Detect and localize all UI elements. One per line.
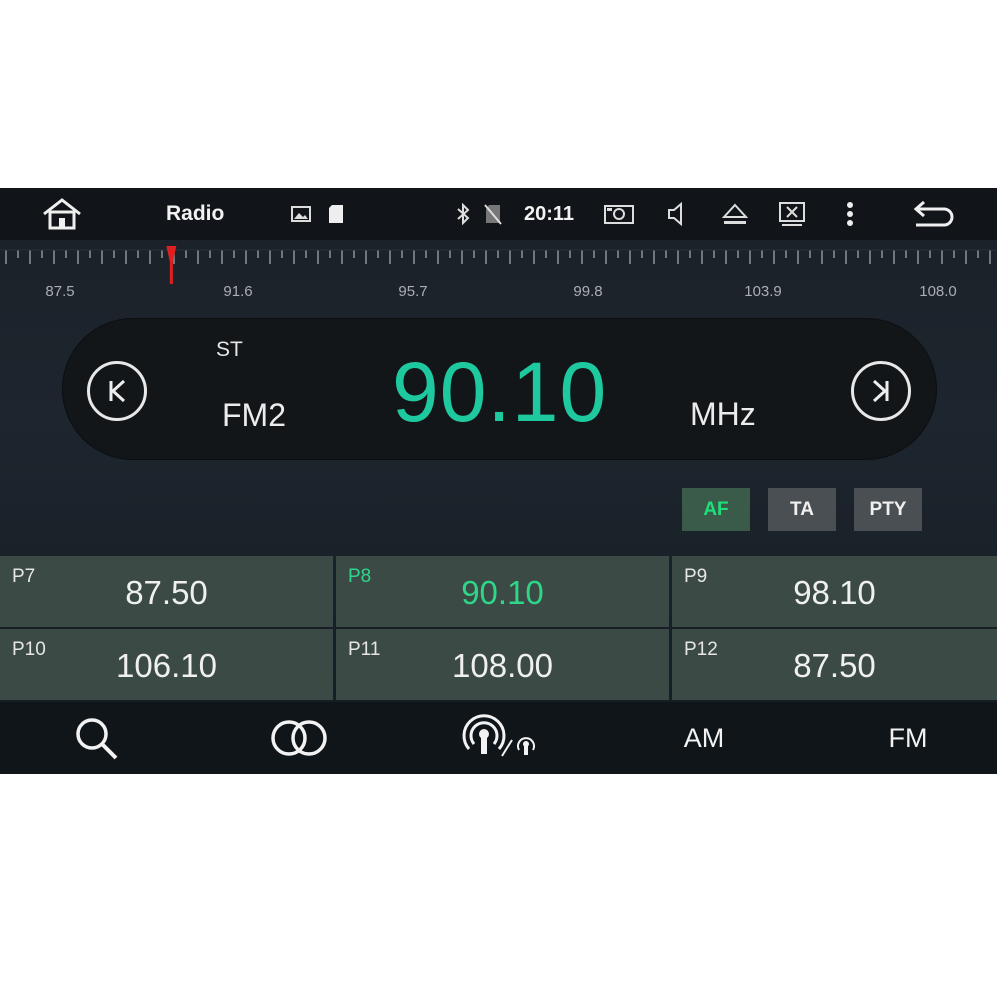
volume-icon — [668, 202, 682, 226]
rds-signal-icon — [462, 714, 535, 757]
home-icon — [43, 198, 81, 230]
band-label: FM2 — [222, 397, 286, 433]
fm-button[interactable]: FM — [876, 702, 940, 774]
bluetooth-icon — [453, 188, 473, 240]
tuning-needle[interactable] — [166, 246, 177, 284]
scale-label: 108.0 — [919, 283, 957, 300]
am-button[interactable]: AM — [672, 702, 736, 774]
scale-label: 87.5 — [45, 283, 75, 300]
preset-frequency: 90.10 — [461, 574, 544, 611]
preset-p10[interactable]: P10 106.10 — [0, 629, 333, 700]
screenshot-button[interactable] — [602, 188, 636, 240]
eject-icon — [722, 203, 748, 224]
preset-p9[interactable]: P9 98.10 — [672, 556, 997, 627]
seek-next-icon — [872, 379, 889, 403]
tuning-scale[interactable] — [0, 240, 997, 310]
scale-label: 99.8 — [573, 283, 603, 300]
no-sim-icon — [482, 188, 504, 240]
close-window-icon — [779, 202, 805, 226]
preset-frequency: 106.10 — [116, 647, 217, 684]
screenshot-icon — [604, 205, 634, 224]
preset-frequency: 87.50 — [793, 647, 876, 684]
back-icon — [913, 200, 954, 227]
stereo-indicator: ST — [216, 338, 243, 361]
gallery-icon — [290, 188, 312, 240]
seek-previous-button[interactable] — [87, 361, 147, 421]
af-toggle[interactable]: AF — [682, 488, 750, 531]
volume-button[interactable] — [664, 188, 690, 240]
app-title: Radio — [166, 202, 225, 225]
search-button[interactable] — [66, 702, 126, 774]
preset-frequency: 108.00 — [452, 647, 553, 684]
rds-button[interactable] — [460, 702, 544, 774]
ta-toggle[interactable]: TA — [768, 488, 836, 531]
stereo-icon — [271, 720, 327, 756]
seek-previous-icon — [109, 379, 126, 403]
scale-label: 103.9 — [744, 283, 782, 300]
clock: 20:11 — [524, 202, 575, 225]
radio-screen: Radio 20:11 87.5 91.6 95.7 99.8 103.9 10… — [0, 188, 997, 774]
preset-p12[interactable]: P12 87.50 — [672, 629, 997, 700]
home-button[interactable] — [38, 188, 86, 240]
stereo-mode-button[interactable] — [264, 702, 334, 774]
preset-frequency: 98.10 — [793, 574, 876, 611]
close-window-button[interactable] — [776, 188, 808, 240]
scale-label: 91.6 — [223, 283, 253, 300]
back-button[interactable] — [910, 188, 960, 240]
seek-next-button[interactable] — [851, 361, 911, 421]
preset-p11[interactable]: P11 108.00 — [336, 629, 669, 700]
pty-toggle[interactable]: PTY — [854, 488, 922, 531]
current-frequency: 90.10 — [392, 345, 608, 439]
more-menu-icon — [847, 202, 853, 226]
scale-label: 95.7 — [398, 283, 428, 300]
frequency-unit: MHz — [690, 396, 756, 432]
eject-button[interactable] — [720, 188, 750, 240]
preset-p7[interactable]: P7 87.50 — [0, 556, 333, 627]
preset-p8[interactable]: P8 90.10 — [336, 556, 669, 627]
more-menu-button[interactable] — [840, 188, 860, 240]
search-icon — [76, 718, 118, 760]
preset-frequency: 87.50 — [125, 574, 208, 611]
sd-card-icon — [326, 188, 346, 240]
